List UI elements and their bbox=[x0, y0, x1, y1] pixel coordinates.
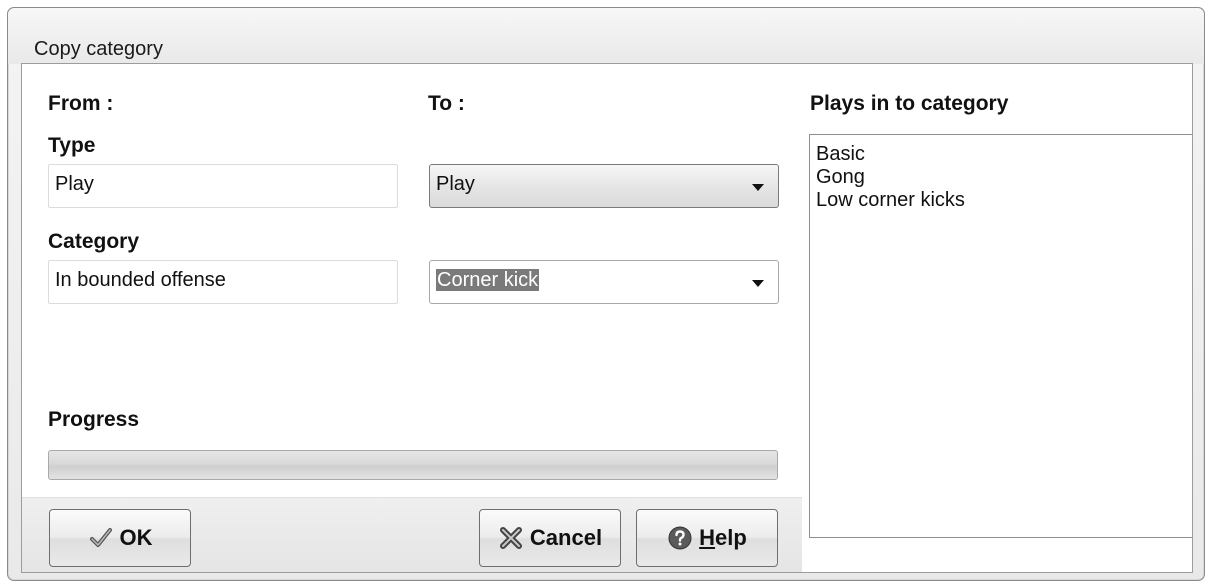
from-heading: From : bbox=[48, 92, 114, 115]
dialog-body: From : Type Play Category In bounded off… bbox=[21, 63, 1193, 573]
title-bar[interactable]: Copy category bbox=[8, 8, 1204, 64]
progress-bar bbox=[48, 450, 778, 480]
plays-listbox[interactable]: Basic Gong Low corner kicks bbox=[809, 134, 1192, 538]
window-title: Copy category bbox=[34, 38, 163, 60]
from-type-field[interactable]: Play bbox=[48, 164, 398, 208]
cancel-button[interactable]: Cancel bbox=[479, 509, 621, 567]
from-category-field[interactable]: In bounded offense bbox=[48, 260, 398, 304]
chevron-down-icon bbox=[752, 280, 764, 287]
list-item[interactable]: Gong bbox=[816, 166, 1192, 189]
copy-category-dialog: Copy category From : Type Play Category … bbox=[7, 7, 1205, 581]
cross-icon bbox=[499, 527, 522, 549]
to-category-select[interactable]: Corner kick bbox=[429, 260, 779, 304]
help-icon bbox=[668, 526, 692, 550]
plays-heading: Plays in to category bbox=[810, 92, 1009, 115]
list-item[interactable]: Low corner kicks bbox=[816, 189, 1192, 212]
checkmark-icon bbox=[89, 528, 112, 547]
help-label-rest: elp bbox=[715, 525, 747, 550]
chevron-down-icon bbox=[752, 184, 764, 191]
to-category-value: Corner kick bbox=[436, 269, 540, 291]
to-type-value: Play bbox=[436, 173, 475, 195]
cancel-button-label: Cancel bbox=[529, 525, 603, 550]
progress-label: Progress bbox=[48, 408, 140, 431]
to-heading: To : bbox=[428, 92, 465, 115]
button-bar: OK Cancel Help bbox=[22, 497, 802, 572]
help-mnemonic: H bbox=[699, 525, 716, 550]
to-type-select[interactable]: Play bbox=[429, 164, 779, 208]
category-label: Category bbox=[48, 230, 140, 253]
type-label: Type bbox=[48, 134, 96, 157]
list-item[interactable]: Basic bbox=[816, 143, 1192, 166]
help-button-label: Help bbox=[699, 525, 747, 551]
ok-button[interactable]: OK bbox=[49, 509, 191, 567]
ok-button-label: OK bbox=[119, 525, 153, 550]
help-button[interactable]: Help bbox=[636, 509, 778, 567]
